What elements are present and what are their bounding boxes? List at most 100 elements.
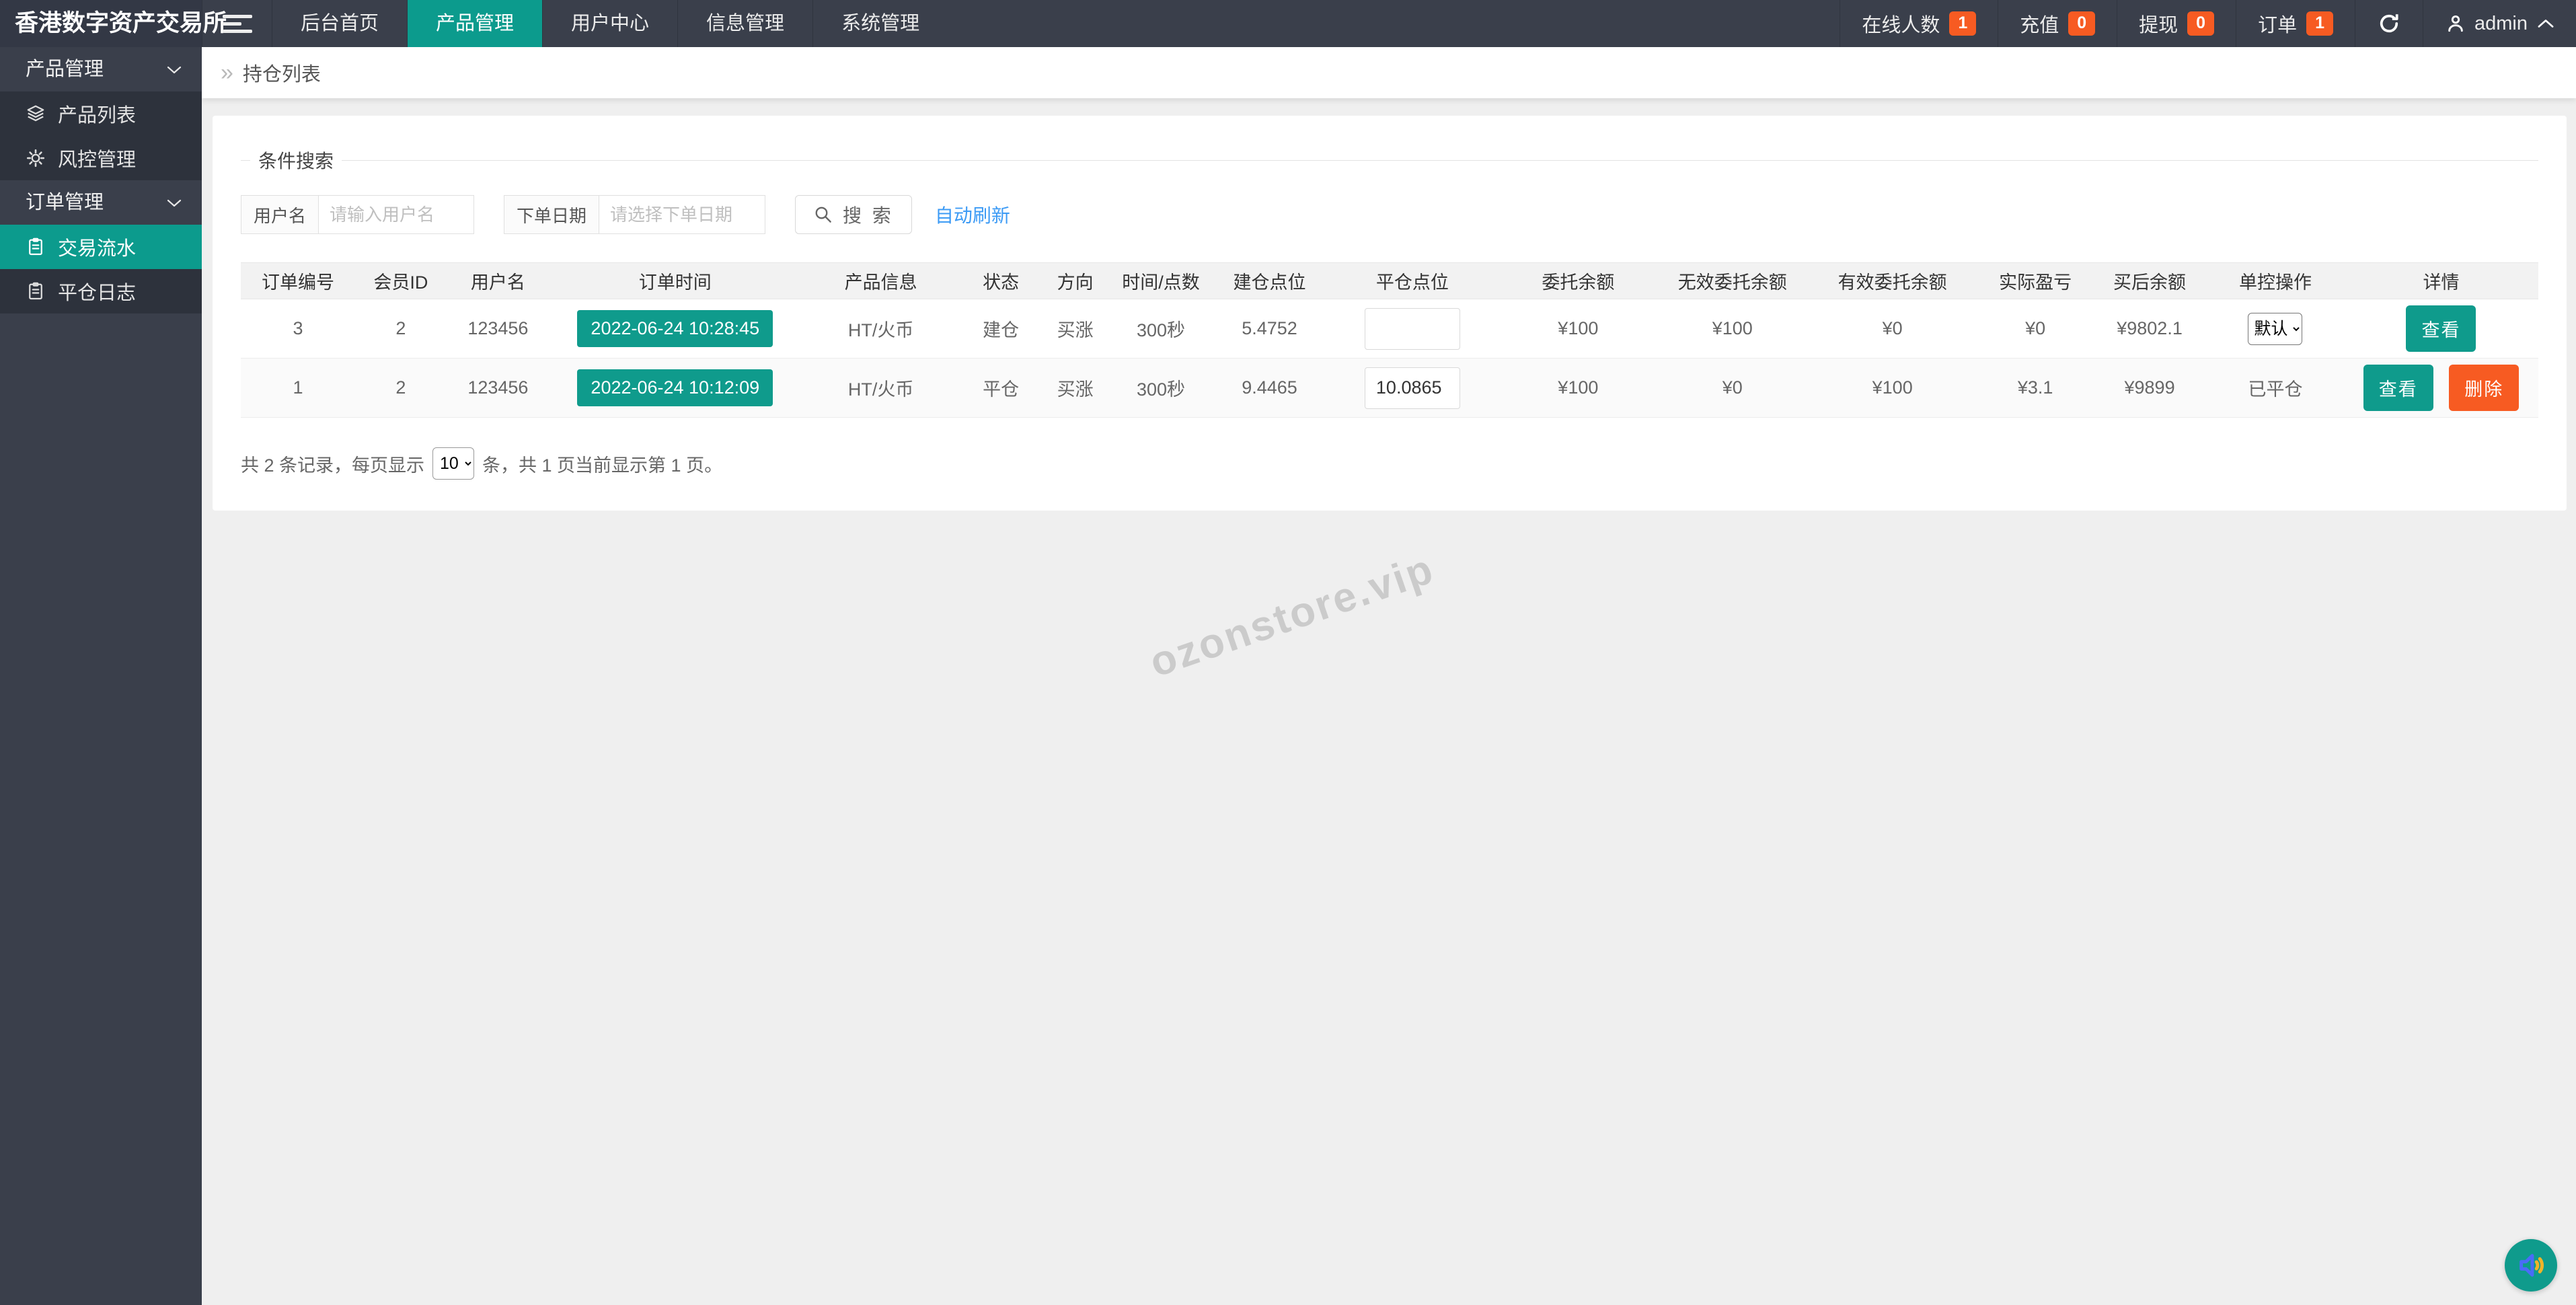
- sidebar-item-product-list[interactable]: 产品列表: [0, 91, 202, 136]
- auto-refresh-link[interactable]: 自动刷新: [935, 201, 1010, 228]
- search-button[interactable]: 搜 索: [795, 195, 912, 234]
- table-row: 1 2 123456 2022-06-24 10:12:09 HT/火币 平仓 …: [241, 359, 2538, 418]
- col-direction: 方向: [1041, 263, 1110, 299]
- search-legend: 条件搜索: [250, 147, 342, 174]
- hamburger-bar: [223, 22, 241, 26]
- cell-direction: 买涨: [1041, 299, 1110, 359]
- sidebar-group-orders[interactable]: 订单管理: [0, 180, 202, 225]
- top-nav: 后台首页 产品管理 用户中心 信息管理 系统管理: [272, 0, 948, 47]
- nav-item-products[interactable]: 产品管理: [407, 0, 542, 47]
- user-menu[interactable]: admin: [2423, 0, 2576, 47]
- username-label: admin: [2474, 13, 2528, 35]
- cell-direction: 买涨: [1041, 359, 1110, 418]
- online-count-label: 在线人数: [1862, 9, 1940, 38]
- recharge-badge: 0: [2068, 11, 2095, 36]
- menu-toggle-icon[interactable]: [202, 0, 272, 47]
- order-date-group: 下单日期: [504, 195, 765, 234]
- chevron-down-icon: [165, 198, 183, 209]
- search-row: 用户名 下单日期 搜 索 自动刷新: [241, 195, 2538, 234]
- sidebar-group-label: 产品管理: [26, 59, 104, 80]
- cell-entrust: ¥100: [1498, 299, 1658, 359]
- main-content: » 持仓列表 条件搜索 用户名 下单日期: [202, 0, 2576, 511]
- col-order-id: 订单编号: [241, 263, 355, 299]
- cell-after-balance: ¥9802.1: [2092, 299, 2207, 359]
- sidebar-item-risk-control[interactable]: 风控管理: [0, 136, 202, 180]
- username-input[interactable]: [318, 195, 474, 234]
- withdraw-label: 提现: [2139, 9, 2178, 38]
- cell-after-balance: ¥9899: [2092, 359, 2207, 418]
- view-button[interactable]: 查看: [2363, 365, 2433, 411]
- col-entrust: 委托余额: [1498, 263, 1658, 299]
- nav-item-info[interactable]: 信息管理: [677, 0, 812, 47]
- cell-status: 平仓: [961, 359, 1041, 418]
- withdraw-badge: 0: [2187, 11, 2214, 36]
- speaker-icon: [2515, 1250, 2546, 1281]
- col-username: 用户名: [447, 263, 550, 299]
- col-invalid-entrust: 无效委托余额: [1658, 263, 1807, 299]
- refresh-icon: [2377, 11, 2401, 36]
- sidebar-group-label: 订单管理: [26, 192, 104, 213]
- pagination-prefix: 共 2 条记录，每页显示: [241, 451, 424, 477]
- col-status: 状态: [961, 263, 1041, 299]
- sidebar-item-label: 风控管理: [58, 144, 136, 172]
- cell-username: 123456: [447, 299, 550, 359]
- col-after-balance: 买后余额: [2092, 263, 2207, 299]
- order-count[interactable]: 订单 1: [2236, 0, 2355, 47]
- order-label: 订单: [2258, 9, 2297, 38]
- chevron-up-icon: [2537, 17, 2554, 30]
- sidebar-item-close-log[interactable]: 平仓日志: [0, 269, 202, 313]
- pagination: 共 2 条记录，每页显示 10 条，共 1 页当前显示第 1 页。: [241, 447, 2538, 480]
- online-count-badge: 1: [1949, 11, 1976, 36]
- nav-item-home[interactable]: 后台首页: [272, 0, 407, 47]
- sidebar-item-label: 产品列表: [58, 100, 136, 128]
- username-label: 用户名: [241, 195, 318, 234]
- layers-icon: [26, 104, 46, 124]
- document-icon: [26, 237, 46, 257]
- gear-icon: [26, 148, 46, 168]
- pagination-suffix: 条，共 1 页当前显示第 1 页。: [482, 451, 722, 477]
- hamburger-bar: [223, 15, 252, 18]
- nav-item-system[interactable]: 系统管理: [812, 0, 948, 47]
- search-icon: [813, 204, 833, 225]
- order-time-badge: 2022-06-24 10:12:09: [577, 369, 773, 406]
- order-badge: 1: [2306, 11, 2333, 36]
- view-button[interactable]: 查看: [2406, 305, 2476, 352]
- sidebar-item-label: 交易流水: [58, 233, 136, 261]
- delete-button[interactable]: 删除: [2449, 365, 2519, 411]
- table-row: 3 2 123456 2022-06-24 10:28:45 HT/火币 建仓 …: [241, 299, 2538, 359]
- col-profit: 实际盈亏: [1978, 263, 2092, 299]
- col-open-point: 建仓点位: [1213, 263, 1327, 299]
- order-date-label: 下单日期: [504, 195, 599, 234]
- cell-invalid-entrust: ¥0: [1658, 359, 1807, 418]
- sidebar-children-orders: 交易流水 平仓日志: [0, 225, 202, 313]
- online-count[interactable]: 在线人数 1: [1840, 0, 1998, 47]
- cell-product: HT/火币: [801, 359, 961, 418]
- cell-member-id: 2: [355, 359, 447, 418]
- app-logo: 香港数字资产交易所: [0, 0, 202, 47]
- page-size-select[interactable]: 10: [432, 447, 474, 480]
- withdraw-count[interactable]: 提现 0: [2117, 0, 2236, 47]
- close-point-input[interactable]: [1365, 367, 1460, 409]
- page-body: 条件搜索 用户名 下单日期 搜 索: [202, 98, 2576, 511]
- nav-item-users[interactable]: 用户中心: [542, 0, 677, 47]
- close-point-input[interactable]: [1365, 308, 1460, 350]
- col-detail: 详情: [2344, 263, 2538, 299]
- search-fieldset: 条件搜索 用户名 下单日期 搜 索: [241, 147, 2538, 234]
- order-date-input[interactable]: [599, 195, 765, 234]
- audio-toggle-button[interactable]: [2505, 1239, 2557, 1292]
- cell-invalid-entrust: ¥100: [1658, 299, 1807, 359]
- col-duration: 时间/点数: [1110, 263, 1213, 299]
- refresh-button[interactable]: [2355, 0, 2423, 47]
- sidebar-group-products[interactable]: 产品管理: [0, 47, 202, 91]
- control-select[interactable]: 默认: [2248, 313, 2302, 345]
- sidebar: 产品管理 产品列表 风控管理: [0, 47, 202, 1305]
- sidebar-item-trade-flow[interactable]: 交易流水: [0, 225, 202, 269]
- chevron-down-icon: [165, 65, 183, 75]
- cell-entrust: ¥100: [1498, 359, 1658, 418]
- watermark: ozonstore.vip: [1143, 545, 1440, 687]
- cell-order-id: 3: [241, 299, 355, 359]
- page-title: 持仓列表: [243, 59, 321, 87]
- col-control: 单控操作: [2207, 263, 2344, 299]
- recharge-count[interactable]: 充值 0: [1998, 0, 2117, 47]
- col-order-time: 订单时间: [550, 263, 801, 299]
